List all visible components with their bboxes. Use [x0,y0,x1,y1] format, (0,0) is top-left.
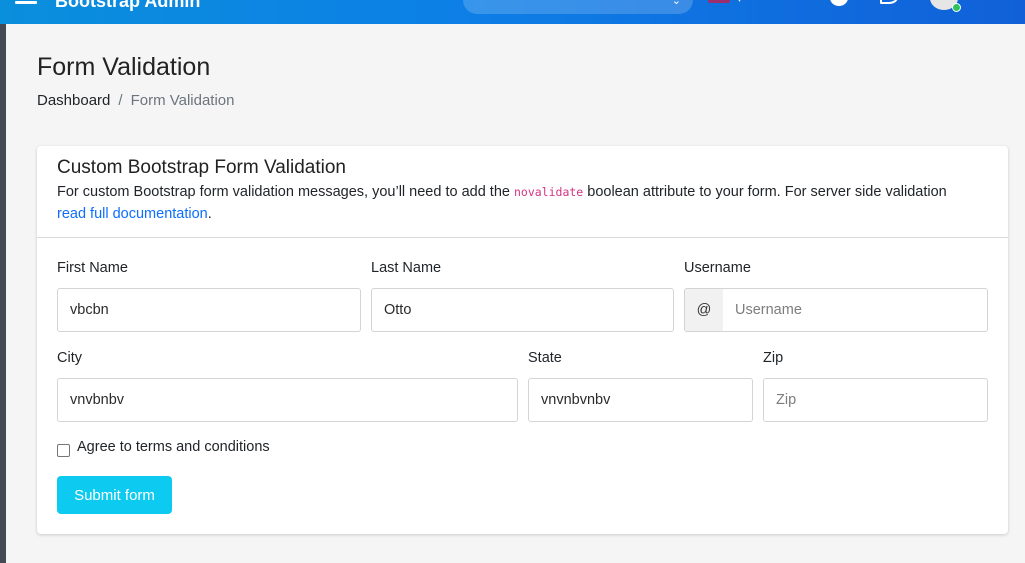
terms-checkbox[interactable] [57,444,70,457]
state-label: State [528,350,562,366]
page-title: Form Validation [37,53,211,81]
hamburger-icon[interactable] [15,0,37,8]
description-text: For custom Bootstrap form validation mes… [57,184,514,200]
flag-icon[interactable] [708,0,730,3]
terms-label[interactable]: Agree to terms and conditions [77,439,270,455]
documentation-link[interactable]: read full documentation [57,206,208,222]
city-input[interactable] [57,378,518,422]
description-end: . [207,206,212,222]
last-name-input[interactable] [371,288,674,332]
username-input[interactable] [723,288,988,332]
state-input[interactable] [528,378,753,422]
chat-icon[interactable] [880,0,898,4]
card-header: Custom Bootstrap Form Validation For cus… [37,146,1008,238]
card-description: For custom Bootstrap form validation mes… [57,181,977,225]
online-status-icon [952,3,961,12]
last-name-label: Last Name [371,260,442,276]
city-label: City [57,350,82,366]
breadcrumb-dashboard-link[interactable]: Dashboard [37,92,110,109]
top-navbar: Bootstrap Admin ⌄ ▾ [0,0,1025,24]
app-title[interactable]: Bootstrap Admin [55,0,200,12]
language-caret-icon[interactable]: ▾ [737,0,742,5]
username-label: Username [684,260,751,276]
description-text-2: boolean attribute to your form. For serv… [583,184,947,200]
breadcrumb-separator: / [118,92,123,109]
breadcrumb-current: Form Validation [130,92,235,109]
validation-card: Custom Bootstrap Form Validation For cus… [37,146,1008,534]
first-name-input[interactable] [57,288,361,332]
submit-button[interactable]: Submit form [57,476,172,514]
first-name-label: First Name [57,260,128,276]
gear-icon[interactable] [830,0,848,6]
novalidate-code: novalidate [513,185,584,199]
sidebar-edge [0,24,6,563]
at-sign-prepend: @ [684,288,724,332]
zip-input[interactable] [763,378,988,422]
card-title: Custom Bootstrap Form Validation [57,157,346,178]
chevron-down-icon: ⌄ [671,0,681,7]
search-input[interactable]: ⌄ [463,0,693,14]
zip-label: Zip [763,350,784,366]
breadcrumb: Dashboard / Form Validation [37,92,235,109]
